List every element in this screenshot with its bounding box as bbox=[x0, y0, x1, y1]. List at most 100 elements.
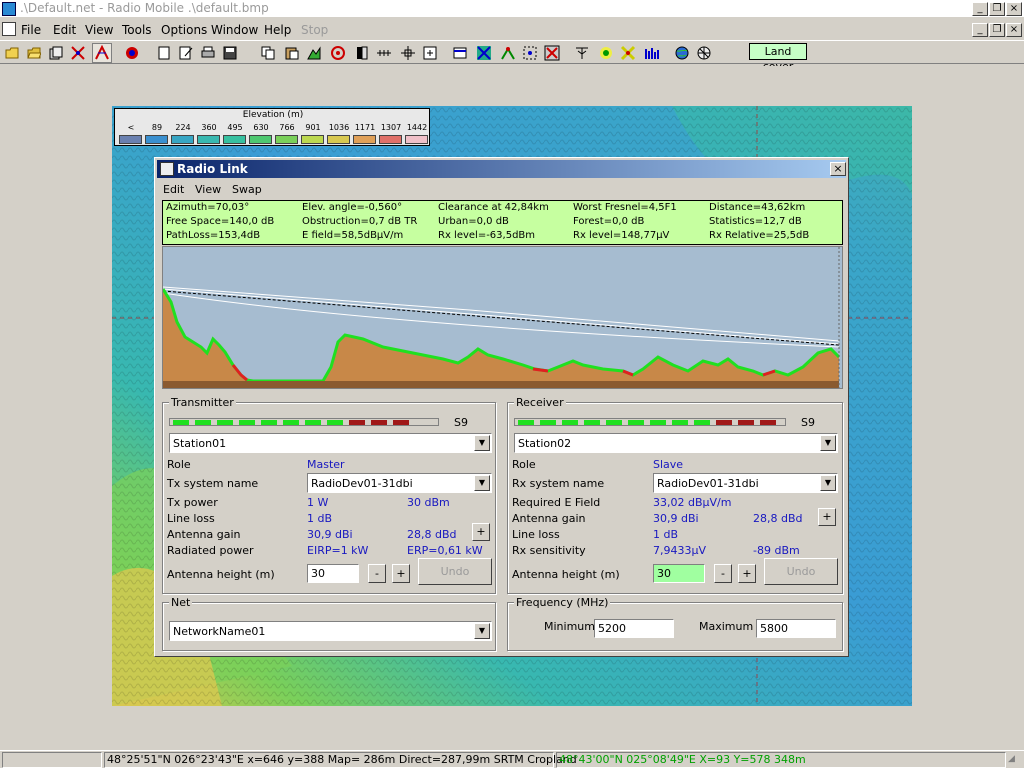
tx-height-plus-button[interactable]: + bbox=[392, 564, 410, 583]
radio-coverage-icon[interactable] bbox=[122, 43, 142, 63]
frequency-max-input[interactable]: 5800 bbox=[756, 619, 836, 638]
tx-station-select[interactable]: Station01 ▼ bbox=[169, 433, 492, 453]
menu-help[interactable]: Help bbox=[264, 23, 291, 37]
page-icon[interactable] bbox=[154, 43, 174, 63]
network-properties-icon[interactable] bbox=[68, 43, 88, 63]
stat-statistics: Statistics=12,7 dB bbox=[709, 216, 802, 227]
frequency-min-input[interactable]: 5200 bbox=[594, 619, 674, 638]
tx-height-input[interactable]: 30 bbox=[307, 564, 359, 583]
tx-system-label: Tx system name bbox=[167, 477, 259, 490]
tx-height-minus-button[interactable]: - bbox=[368, 564, 386, 583]
mdi-restore-button[interactable]: ❐ bbox=[989, 23, 1005, 37]
frequency-min-label: Minimum bbox=[544, 620, 595, 633]
resize-grip-icon[interactable]: ◢ bbox=[1008, 754, 1022, 768]
histogram-icon[interactable] bbox=[642, 43, 662, 63]
document-icon[interactable] bbox=[2, 22, 16, 36]
menu-tools[interactable]: Tools bbox=[122, 23, 152, 37]
net-select[interactable]: NetworkName01 ▼ bbox=[169, 621, 492, 641]
copy-network-icon[interactable] bbox=[46, 43, 66, 63]
paste-icon[interactable] bbox=[282, 43, 302, 63]
crosshair-icon[interactable] bbox=[398, 43, 418, 63]
terrain-profile[interactable] bbox=[162, 246, 843, 389]
tx-system-select[interactable]: RadioDev01-31dbi ▼ bbox=[307, 473, 492, 493]
tx-undo-button[interactable]: Undo bbox=[418, 558, 492, 585]
app-icon[interactable] bbox=[2, 2, 16, 16]
menu-options[interactable]: Options bbox=[161, 23, 207, 37]
dialog-title-bar[interactable]: Radio Link × bbox=[157, 160, 846, 178]
fit-icon[interactable] bbox=[520, 43, 540, 63]
rx-station-select[interactable]: Station02 ▼ bbox=[514, 433, 838, 453]
rx-system-select[interactable]: RadioDev01-31dbi ▼ bbox=[653, 473, 838, 493]
radio-link-icon[interactable] bbox=[92, 43, 112, 63]
menu-window[interactable]: Window bbox=[211, 23, 258, 37]
transmitter-group: Transmitter S9 Station01 ▼ Role Master Tx… bbox=[162, 396, 496, 594]
copy-icon[interactable] bbox=[258, 43, 278, 63]
target-icon[interactable] bbox=[328, 43, 348, 63]
rx-role-value: Slave bbox=[653, 458, 684, 471]
locate-icon[interactable] bbox=[596, 43, 616, 63]
restore-button[interactable]: ❐ bbox=[989, 2, 1005, 16]
dialog-close-button[interactable]: × bbox=[830, 162, 846, 176]
edit-page-icon[interactable] bbox=[176, 43, 196, 63]
legend-value: 224 bbox=[175, 123, 191, 132]
new-icon[interactable] bbox=[2, 43, 22, 63]
dialog-menu-view[interactable]: View bbox=[195, 183, 221, 196]
meter-segment bbox=[173, 420, 189, 425]
print-icon[interactable] bbox=[198, 43, 218, 63]
merge-icon[interactable] bbox=[498, 43, 518, 63]
tx-role-label: Role bbox=[167, 458, 191, 471]
chevron-down-icon[interactable]: ▼ bbox=[820, 475, 836, 491]
route-icon[interactable] bbox=[618, 43, 638, 63]
menu-stop[interactable]: Stop bbox=[301, 23, 328, 37]
mdi-minimize-button[interactable]: _ bbox=[972, 23, 988, 37]
tx-gain-dbd: 28,8 dBd bbox=[407, 528, 457, 541]
map-properties-icon[interactable] bbox=[450, 43, 470, 63]
rx-height-minus-button[interactable]: - bbox=[714, 564, 732, 583]
dialog-menu-edit[interactable]: Edit bbox=[163, 183, 184, 196]
meter-segment bbox=[650, 420, 666, 425]
stat-azimuth: Azimuth=70,03° bbox=[166, 202, 250, 213]
chevron-down-icon[interactable]: ▼ bbox=[820, 435, 836, 451]
menu-file[interactable]: File bbox=[21, 23, 41, 37]
tx-role-value: Master bbox=[307, 458, 345, 471]
rx-efield-value: 33,02 dBµV/m bbox=[653, 496, 732, 509]
rx-undo-button[interactable]: Undo bbox=[764, 558, 838, 585]
legend-value: 360 bbox=[201, 123, 217, 132]
units-icon[interactable] bbox=[572, 43, 592, 63]
globe-icon[interactable] bbox=[672, 43, 692, 63]
stat-e-field: E field=58,5dBµV/m bbox=[302, 230, 404, 241]
status-bar: 48°25'51"N 026°23'43"E x=646 y=388 Map= … bbox=[0, 750, 1024, 768]
world-map-icon[interactable] bbox=[694, 43, 714, 63]
grid-icon[interactable] bbox=[374, 43, 394, 63]
status-cursor-info: 48°25'51"N 026°23'43"E x=646 y=388 Map= … bbox=[104, 752, 577, 768]
land-cover-button[interactable]: Land cover bbox=[749, 43, 807, 73]
chevron-down-icon[interactable]: ▼ bbox=[474, 435, 490, 451]
rx-height-input[interactable]: 30 bbox=[653, 564, 705, 583]
status-panel-empty bbox=[2, 752, 102, 768]
terrain-icon[interactable] bbox=[304, 43, 324, 63]
menu-view[interactable]: View bbox=[85, 23, 113, 37]
meter-segment bbox=[738, 420, 754, 425]
close-button[interactable]: × bbox=[1006, 2, 1022, 16]
rx-height-plus-button[interactable]: + bbox=[738, 564, 756, 583]
save-image-icon[interactable] bbox=[220, 43, 240, 63]
rx-role-label: Role bbox=[512, 458, 536, 471]
minimize-button[interactable]: _ bbox=[972, 2, 988, 16]
meter-segment bbox=[261, 420, 277, 425]
open-icon[interactable] bbox=[24, 43, 44, 63]
elevation-map-icon[interactable] bbox=[474, 43, 494, 63]
delete-icon[interactable] bbox=[542, 43, 562, 63]
menu-edit[interactable]: Edit bbox=[53, 23, 76, 37]
chevron-down-icon[interactable]: ▼ bbox=[474, 623, 490, 639]
tx-gain-plus-button[interactable]: + bbox=[472, 523, 490, 541]
center-map-icon[interactable] bbox=[420, 43, 440, 63]
legend-swatch bbox=[353, 135, 376, 144]
rx-gain-plus-button[interactable]: + bbox=[818, 508, 836, 526]
dialog-menu-swap[interactable]: Swap bbox=[232, 183, 262, 196]
chevron-down-icon[interactable]: ▼ bbox=[474, 475, 490, 491]
rx-efield-label: Required E Field bbox=[512, 496, 601, 509]
rx-line-loss-value: 1 dB bbox=[653, 528, 679, 541]
mdi-close-button[interactable]: × bbox=[1006, 23, 1022, 37]
meter-segment bbox=[217, 420, 233, 425]
grayscale-icon[interactable] bbox=[352, 43, 372, 63]
